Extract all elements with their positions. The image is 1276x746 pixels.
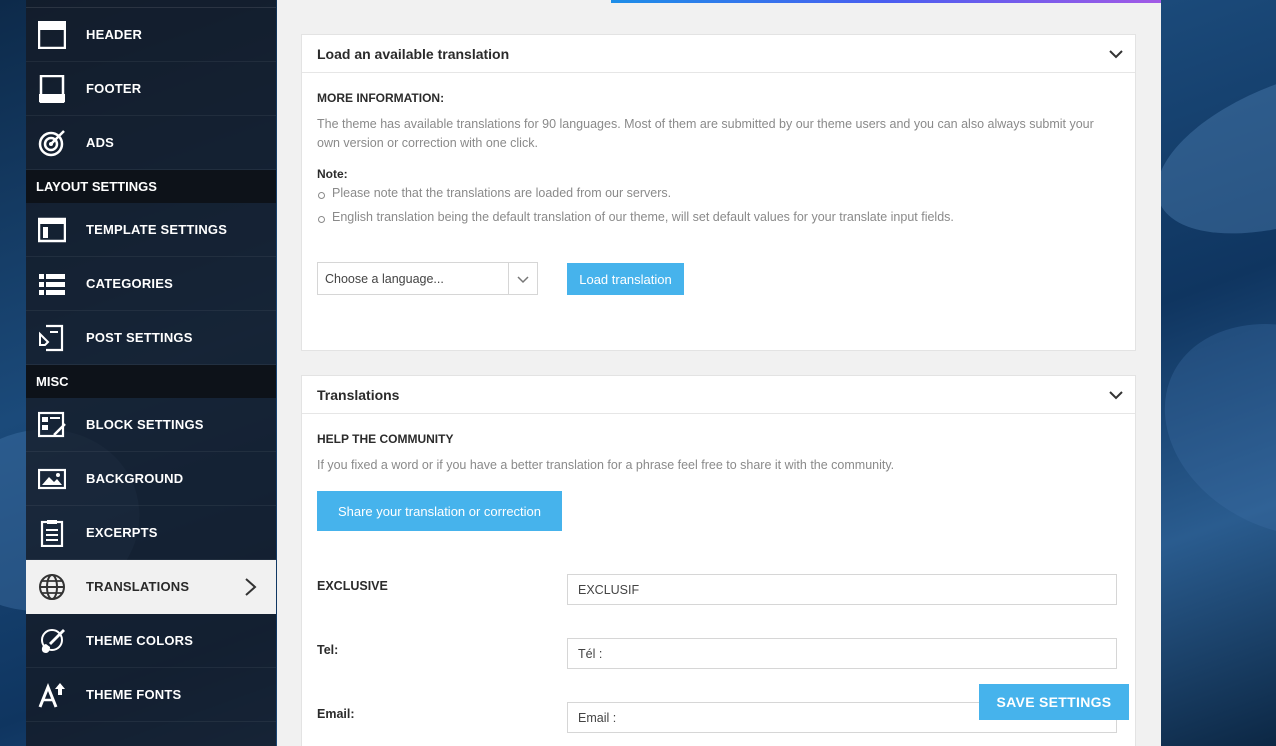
card-header[interactable]: Translations	[302, 376, 1135, 414]
sidebar-item-footer[interactable]: FOOTER	[26, 62, 276, 116]
language-select[interactable]: Choose a language...	[317, 262, 538, 295]
sidebar-top-divider	[26, 0, 276, 8]
post-icon	[38, 324, 66, 352]
field-label-exclusive: EXCLUSIVE	[317, 579, 388, 593]
note-item: Please note that the translations are lo…	[302, 186, 1122, 200]
help-community-text: If you fixed a word or if you have a bet…	[317, 458, 895, 472]
sidebar-item-label: CATEGORIES	[86, 276, 173, 291]
clipboard-icon	[38, 519, 66, 547]
more-info-title: MORE INFORMATION:	[317, 91, 445, 105]
sidebar-item-label: HEADER	[86, 27, 143, 42]
note-title: Note:	[317, 167, 348, 181]
field-label-email: Email:	[317, 707, 355, 721]
sidebar-section-misc: MISC	[26, 365, 276, 398]
sidebar-item-background[interactable]: BACKGROUND	[26, 452, 276, 506]
font-icon	[38, 681, 66, 709]
chevron-down-icon[interactable]	[1109, 47, 1123, 61]
save-settings-button[interactable]: SAVE SETTINGS	[979, 684, 1129, 720]
block-icon	[38, 411, 66, 439]
sidebar-item-label: THEME COLORS	[86, 633, 194, 648]
sidebar-item-post-settings[interactable]: POST SETTINGS	[26, 311, 276, 365]
brush-icon	[38, 627, 66, 655]
sidebar-item-label: TEMPLATE SETTINGS	[86, 222, 228, 237]
sidebar-item-header[interactable]: HEADER	[26, 8, 276, 62]
image-icon	[38, 465, 66, 493]
settings-sidebar: HEADER FOOTER ADS LAYOUT SETTINGS TEMPLA…	[26, 0, 276, 746]
sidebar-item-theme-colors[interactable]: THEME COLORS	[26, 614, 276, 668]
sidebar-item-label: ADS	[86, 135, 115, 150]
chevron-down-icon	[508, 263, 537, 294]
sidebar-item-excerpts[interactable]: EXCERPTS	[26, 506, 276, 560]
sidebar-item-label: THEME FONTS	[86, 687, 182, 702]
progress-accent-bar	[611, 0, 1161, 3]
chevron-right-icon	[240, 576, 260, 598]
input-value: EXCLUSIF	[578, 582, 640, 597]
sidebar-item-label: TRANSLATIONS	[86, 579, 190, 594]
sidebar-item-theme-fonts[interactable]: THEME FONTS	[26, 668, 276, 722]
translation-input-tel[interactable]: Tél :	[567, 638, 1117, 669]
sidebar-item-categories[interactable]: CATEGORIES	[26, 257, 276, 311]
sidebar-section-layout: LAYOUT SETTINGS	[26, 170, 276, 203]
card-header[interactable]: Load an available translation	[302, 35, 1135, 73]
load-translation-button[interactable]: Load translation	[567, 263, 684, 295]
card-title: Translations	[317, 386, 400, 403]
target-icon	[38, 129, 66, 157]
template-icon	[38, 216, 66, 244]
help-community-title: HELP THE COMMUNITY	[317, 432, 454, 446]
sidebar-item-label: POST SETTINGS	[86, 330, 193, 345]
language-select-value: Choose a language...	[325, 271, 444, 286]
note-item: English translation being the default tr…	[302, 210, 1122, 224]
sidebar-item-label: EXCERPTS	[86, 525, 158, 540]
sidebar-item-label: BLOCK SETTINGS	[86, 417, 204, 432]
list-icon	[38, 270, 66, 298]
sidebar-item-translations[interactable]: TRANSLATIONS	[26, 560, 276, 614]
share-translation-button[interactable]: Share your translation or correction	[317, 491, 562, 531]
chevron-down-icon[interactable]	[1109, 388, 1123, 402]
globe-icon	[38, 573, 66, 601]
load-translation-card: Load an available translation MORE INFOR…	[301, 34, 1136, 351]
input-value: Tél :	[578, 646, 603, 661]
sidebar-item-label: BACKGROUND	[86, 471, 184, 486]
card-title: Load an available translation	[317, 45, 510, 62]
sidebar-item-block-settings[interactable]: BLOCK SETTINGS	[26, 398, 276, 452]
sidebar-item-label: FOOTER	[86, 81, 142, 96]
header-icon	[38, 21, 66, 49]
footer-icon	[38, 75, 66, 103]
settings-main-panel: Load an available translation MORE INFOR…	[277, 0, 1161, 746]
more-info-text: The theme has available translations for…	[317, 117, 1094, 150]
translation-input-exclusive[interactable]: EXCLUSIF	[567, 574, 1117, 605]
field-label-tel: Tel:	[317, 643, 339, 657]
sidebar-item-ads[interactable]: ADS	[26, 116, 276, 170]
input-value: Email :	[578, 710, 617, 725]
sidebar-item-template-settings[interactable]: TEMPLATE SETTINGS	[26, 203, 276, 257]
